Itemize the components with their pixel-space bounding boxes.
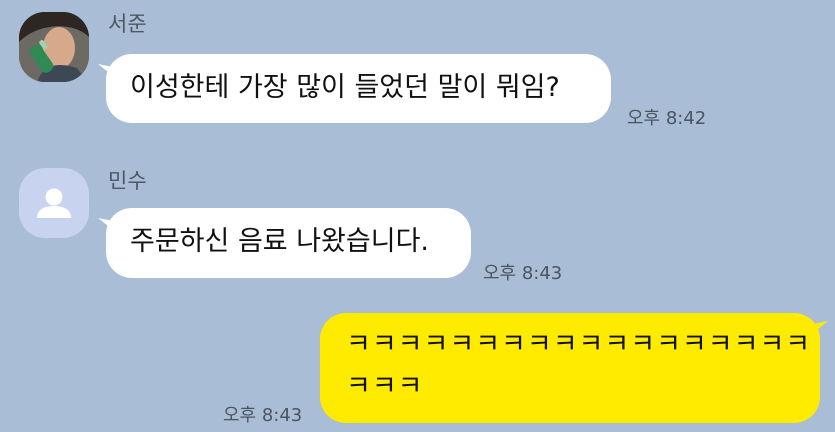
message-timestamp: 오후 8:42 [627, 108, 707, 129]
message-text-line: ㅋㅋㅋ [346, 371, 424, 403]
message-text: 이성한테 가장 많이 들었던 말이 뭐임? [130, 72, 560, 103]
profile-avatar-minsu[interactable] [19, 168, 89, 238]
person-icon [37, 188, 71, 218]
message-text-line: ㅋㅋㅋㅋㅋㅋㅋㅋㅋㅋㅋㅋㅋㅋㅋㅋㅋㅋ [346, 329, 812, 360]
message-text: 주문하신 음료 나왔습니다. [130, 226, 429, 257]
message-bubble-incoming[interactable]: 주문하신 음료 나왔습니다. [106, 208, 471, 278]
profile-photo-image [19, 12, 89, 82]
message-timestamp: 오후 8:43 [483, 263, 563, 284]
message-bubble-outgoing[interactable]: ㅋㅋㅋㅋㅋㅋㅋㅋㅋㅋㅋㅋㅋㅋㅋㅋㅋㅋ ㅋㅋㅋ [320, 313, 820, 423]
message-timestamp: 오후 8:43 [223, 405, 303, 426]
profile-photo-seojun[interactable] [19, 12, 89, 82]
message-bubble-incoming[interactable]: 이성한테 가장 많이 들었던 말이 뭐임? [106, 54, 611, 123]
sender-name: 서준 [108, 12, 147, 36]
sender-name: 민수 [108, 169, 147, 193]
